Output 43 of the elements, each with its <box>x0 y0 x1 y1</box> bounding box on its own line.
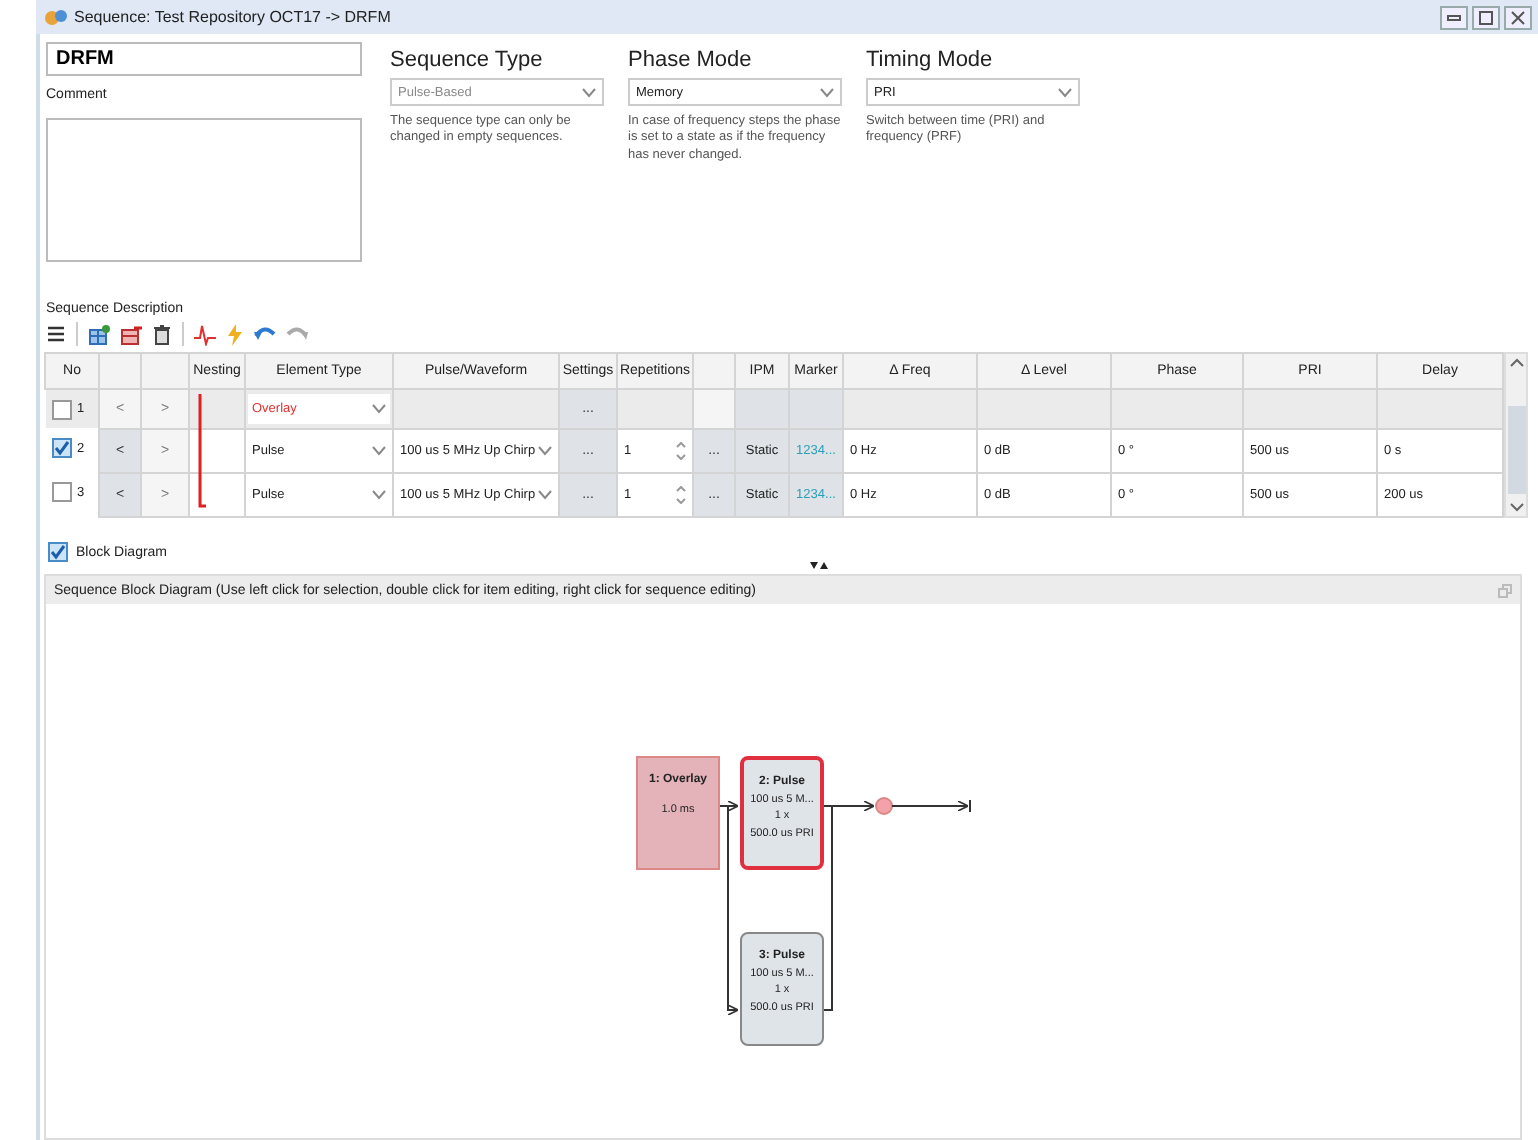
block-diagram-checkbox[interactable] <box>48 542 68 562</box>
chevron-down-icon <box>538 446 552 456</box>
close-button[interactable] <box>1504 5 1532 29</box>
scrollbar[interactable] <box>1504 352 1528 518</box>
chevron-down-icon <box>820 87 834 97</box>
row-checkbox[interactable] <box>51 399 71 419</box>
junction-node[interactable] <box>875 797 893 815</box>
close-icon <box>1510 9 1526 25</box>
splitter-handle-icon[interactable] <box>810 562 828 570</box>
spin-down-icon[interactable] <box>676 498 686 504</box>
row-checkbox[interactable] <box>51 438 71 458</box>
trash-icon[interactable] <box>152 323 172 345</box>
nesting-bracket-drawing <box>198 392 206 508</box>
maximize-icon <box>1478 9 1494 25</box>
app-icon <box>44 8 68 26</box>
window-title: Sequence: Test Repository OCT17 -> DRFM <box>74 8 391 26</box>
comment-field[interactable] <box>46 118 362 262</box>
chevron-down-icon <box>372 404 386 414</box>
remove-table-icon[interactable] <box>120 323 142 345</box>
spin-down-icon[interactable] <box>676 454 686 460</box>
chevron-down-icon <box>582 87 596 97</box>
chevron-down-icon <box>1058 87 1072 97</box>
mode-heading: Timing Mode <box>866 48 995 72</box>
chevron-down-icon <box>538 490 552 500</box>
chevron-down-icon <box>372 490 386 500</box>
scroll-up-icon[interactable] <box>1509 358 1523 368</box>
scroll-down-icon[interactable] <box>1509 502 1523 512</box>
pulse-icon[interactable] <box>194 323 216 345</box>
spin-up-icon[interactable] <box>676 486 686 492</box>
list-icon[interactable] <box>46 324 66 344</box>
add-table-icon[interactable] <box>88 323 110 345</box>
output-arrow <box>891 799 971 813</box>
mode-heading: Phase Mode <box>628 48 754 72</box>
minimize-icon <box>1446 9 1462 25</box>
maximize-button[interactable] <box>1472 5 1500 29</box>
name-field[interactable]: DRFM <box>46 42 362 76</box>
chevron-down-icon <box>372 446 386 456</box>
minimize-button[interactable] <box>1440 5 1468 29</box>
spin-up-icon[interactable] <box>676 442 686 448</box>
row-checkbox[interactable] <box>51 482 71 502</box>
connector-arrow <box>823 800 875 812</box>
mode-heading: Sequence Type <box>390 48 545 72</box>
undo-icon[interactable] <box>254 324 276 344</box>
